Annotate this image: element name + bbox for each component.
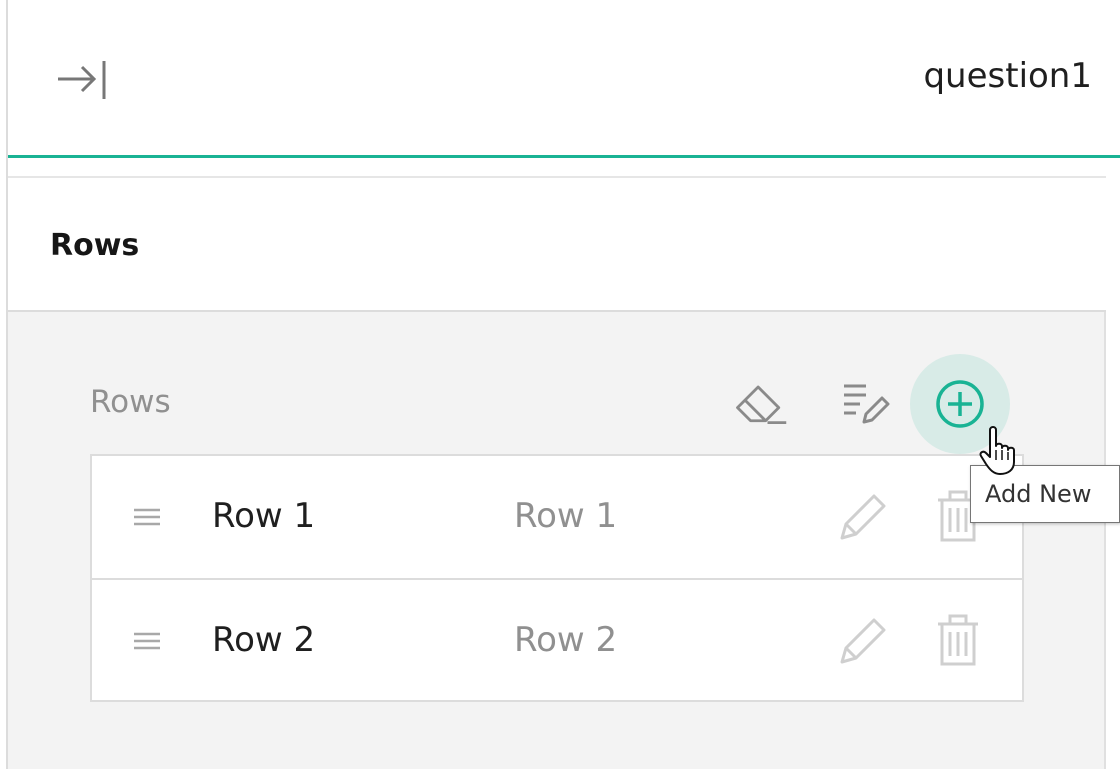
edit-list-button[interactable] bbox=[834, 372, 894, 432]
item-value[interactable]: Row 2 bbox=[212, 620, 315, 660]
property-label: Rows bbox=[90, 384, 171, 420]
item-text[interactable]: Row 2 bbox=[514, 620, 617, 660]
collapse-panel-button[interactable] bbox=[52, 54, 112, 104]
list-edit-icon bbox=[844, 384, 890, 424]
list-item[interactable]: Row 2 Row 2 bbox=[92, 578, 1022, 700]
list-item[interactable]: Row 1 Row 1 bbox=[92, 456, 1022, 578]
property-panel: question1 Rows Rows Row 1 Row 1 Row 2 Ro… bbox=[6, 0, 1120, 769]
clear-button[interactable] bbox=[730, 372, 790, 432]
drag-handle-icon[interactable] bbox=[132, 626, 162, 656]
hand-cursor-icon bbox=[979, 426, 1015, 475]
rows-list: Row 1 Row 1 Row 2 Row 2 bbox=[90, 454, 1024, 702]
pencil-icon[interactable] bbox=[832, 610, 892, 670]
drag-handle-icon[interactable] bbox=[132, 502, 162, 532]
panel-header: question1 bbox=[8, 0, 1120, 158]
item-text[interactable]: Row 1 bbox=[514, 496, 617, 536]
eraser-icon bbox=[736, 385, 787, 425]
selected-object-name: question1 bbox=[923, 56, 1092, 96]
section-header-rows[interactable]: Rows bbox=[8, 178, 1106, 312]
item-value[interactable]: Row 1 bbox=[212, 496, 315, 536]
section-body: Rows Row 1 Row 1 Row 2 Row 2 bbox=[8, 312, 1106, 769]
pencil-icon[interactable] bbox=[832, 486, 892, 546]
section-title: Rows bbox=[50, 228, 140, 263]
collapse-right-icon bbox=[58, 61, 106, 99]
trash-icon[interactable] bbox=[928, 610, 988, 670]
